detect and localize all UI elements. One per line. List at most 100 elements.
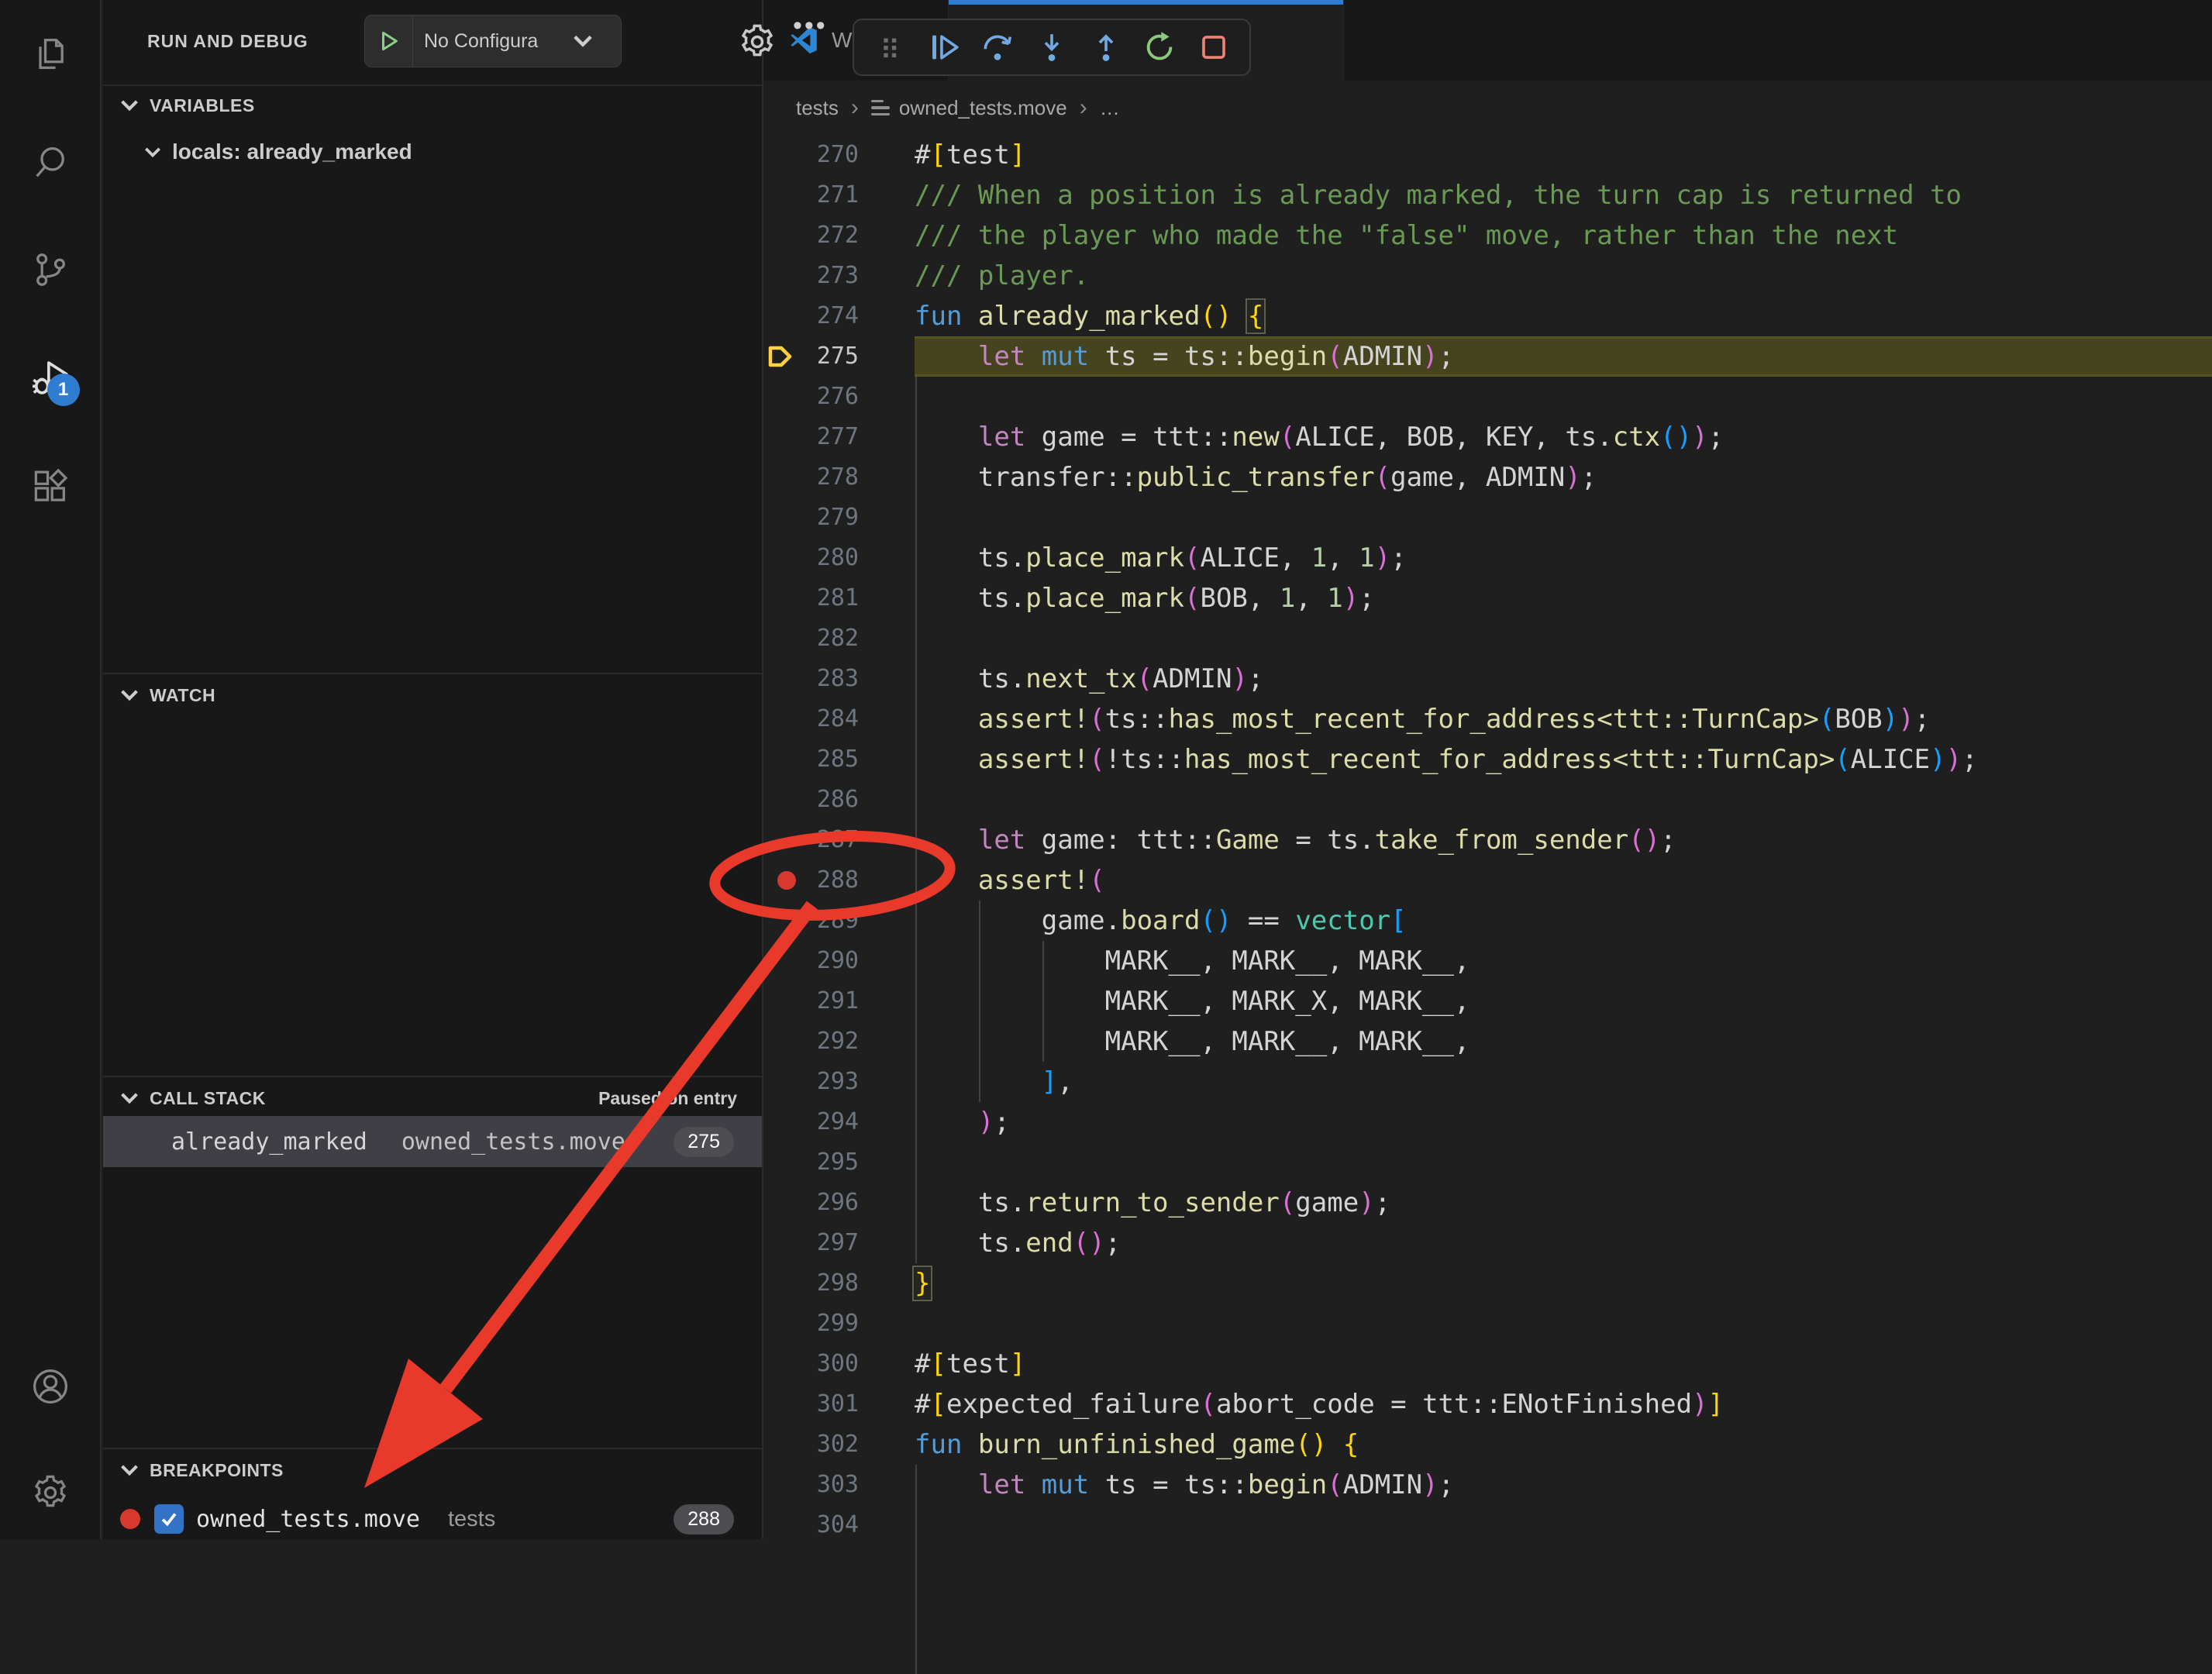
code-line-291[interactable]: 291 MARK__, MARK_X, MARK__,: [763, 981, 2212, 1021]
code-line-302[interactable]: 302fun burn_unfinished_game() {: [763, 1424, 2212, 1465]
gutter-line-290[interactable]: 290: [763, 941, 915, 981]
call-stack-frame[interactable]: already_marked owned_tests.move 275: [103, 1116, 762, 1167]
continue-button[interactable]: [925, 29, 963, 66]
code-line-285[interactable]: 285 assert!(!ts::has_most_recent_for_add…: [763, 739, 2212, 780]
code-line-273[interactable]: 273/// player.: [763, 256, 2212, 296]
breadcrumb-root[interactable]: tests: [796, 96, 839, 120]
gutter-line-277[interactable]: 277: [763, 417, 915, 457]
gutter-line-285[interactable]: 285: [763, 739, 915, 780]
breakpoint-checkbox[interactable]: [154, 1504, 184, 1534]
gutter-line-283[interactable]: 283: [763, 659, 915, 699]
gutter-line-284[interactable]: 284: [763, 699, 915, 739]
gutter-line-297[interactable]: 297: [763, 1223, 915, 1263]
step-into-button[interactable]: [1033, 29, 1070, 66]
breadcrumb-more[interactable]: …: [1100, 96, 1120, 120]
start-debug-icon[interactable]: [365, 16, 413, 67]
section-variables[interactable]: VARIABLES: [103, 86, 762, 125]
code-line-286[interactable]: 286: [763, 780, 2212, 820]
code-line-298[interactable]: 298}: [763, 1263, 2212, 1304]
gutter-line-273[interactable]: 273: [763, 256, 915, 296]
gutter-line-279[interactable]: 279: [763, 498, 915, 538]
step-out-button[interactable]: [1087, 29, 1125, 66]
gutter-line-293[interactable]: 293: [763, 1062, 915, 1102]
section-watch[interactable]: WATCH: [103, 676, 762, 715]
code-line-271[interactable]: 271/// When a position is already marked…: [763, 175, 2212, 215]
code-line-299[interactable]: 299: [763, 1304, 2212, 1344]
gutter-line-300[interactable]: 300: [763, 1344, 915, 1384]
code-line-281[interactable]: 281 ts.place_mark(BOB, 1, 1);: [763, 578, 2212, 618]
step-over-button[interactable]: [979, 29, 1016, 66]
gutter-line-286[interactable]: 286: [763, 780, 915, 820]
breakpoint-list-item[interactable]: owned_tests.move tests 288: [103, 1497, 762, 1541]
code-line-276[interactable]: 276: [763, 377, 2212, 417]
gutter-line-282[interactable]: 282: [763, 618, 915, 659]
code-line-304[interactable]: 304: [763, 1505, 2212, 1545]
gutter-line-287[interactable]: 287: [763, 820, 915, 860]
gutter-line-272[interactable]: 272: [763, 215, 915, 256]
code-line-272[interactable]: 272/// the player who made the "false" m…: [763, 215, 2212, 256]
code-line-301[interactable]: 301#[expected_failure(abort_code = ttt::…: [763, 1384, 2212, 1424]
code-line-303[interactable]: 303 let mut ts = ts::begin(ADMIN);: [763, 1465, 2212, 1505]
gutter-line-281[interactable]: 281: [763, 578, 915, 618]
gutter-line-274[interactable]: 274: [763, 296, 915, 336]
gutter-line-302[interactable]: 302: [763, 1424, 915, 1465]
gutter-line-276[interactable]: 276: [763, 377, 915, 417]
breadcrumb-file[interactable]: owned_tests.move: [899, 96, 1067, 120]
gutter-line-278[interactable]: 278: [763, 457, 915, 498]
settings-gear-icon[interactable]: [30, 1472, 71, 1513]
gutter-line-270[interactable]: 270: [763, 135, 915, 175]
code-line-297[interactable]: 297 ts.end();: [763, 1223, 2212, 1263]
gutter-line-296[interactable]: 296: [763, 1183, 915, 1223]
code-line-292[interactable]: 292 MARK__, MARK__, MARK__,: [763, 1021, 2212, 1062]
restart-button[interactable]: [1141, 29, 1178, 66]
gutter-line-301[interactable]: 301: [763, 1384, 915, 1424]
code-line-294[interactable]: 294 );: [763, 1102, 2212, 1142]
gutter-line-294[interactable]: 294: [763, 1102, 915, 1142]
debug-gear-icon[interactable]: [737, 22, 777, 62]
code-line-295[interactable]: 295: [763, 1142, 2212, 1183]
code-line-278[interactable]: 278 transfer::public_transfer(game, ADMI…: [763, 457, 2212, 498]
code-line-290[interactable]: 290 MARK__, MARK__, MARK__,: [763, 941, 2212, 981]
code-line-274[interactable]: 274fun already_marked() {: [763, 296, 2212, 336]
code-line-275[interactable]: 275 let mut ts = ts::begin(ADMIN);: [763, 336, 2212, 377]
code-line-283[interactable]: 283 ts.next_tx(ADMIN);: [763, 659, 2212, 699]
gutter-line-295[interactable]: 295: [763, 1142, 915, 1183]
search-icon[interactable]: [30, 143, 71, 183]
source-control-icon[interactable]: [30, 250, 71, 290]
gutter-line-292[interactable]: 292: [763, 1021, 915, 1062]
code-line-287[interactable]: 287 let game: ttt::Game = ts.take_from_s…: [763, 820, 2212, 860]
gutter-line-289[interactable]: 289: [763, 901, 915, 941]
code-line-288[interactable]: 288 assert!(: [763, 860, 2212, 901]
gutter-line-288[interactable]: 288: [763, 860, 915, 901]
gutter-line-271[interactable]: 271: [763, 175, 915, 215]
code-line-277[interactable]: 277 let game = ttt::new(ALICE, BOB, KEY,…: [763, 417, 2212, 457]
gutter-line-280[interactable]: 280: [763, 538, 915, 578]
code-line-282[interactable]: 282: [763, 618, 2212, 659]
code-line-300[interactable]: 300#[test]: [763, 1344, 2212, 1384]
gutter-line-303[interactable]: 303: [763, 1465, 915, 1505]
gutter-line-275[interactable]: 275: [763, 336, 915, 377]
gutter-line-291[interactable]: 291: [763, 981, 915, 1021]
code-line-289[interactable]: 289 game.board() == vector[: [763, 901, 2212, 941]
stop-button[interactable]: [1195, 29, 1232, 66]
breakpoint-glyph[interactable]: [777, 871, 796, 890]
code-line-284[interactable]: 284 assert!(ts::has_most_recent_for_addr…: [763, 699, 2212, 739]
code-line-270[interactable]: 270#[test]: [763, 135, 2212, 175]
explorer-icon[interactable]: [30, 34, 71, 74]
code-line-296[interactable]: 296 ts.return_to_sender(game);: [763, 1183, 2212, 1223]
account-icon[interactable]: [30, 1366, 71, 1407]
more-actions-icon[interactable]: •••: [793, 11, 828, 41]
run-config-dropdown[interactable]: No Configura: [364, 15, 622, 67]
gutter-line-298[interactable]: 298: [763, 1263, 915, 1304]
locals-tree-item[interactable]: locals: already_marked: [103, 130, 762, 174]
code-editor[interactable]: 270#[test]271/// When a position is alre…: [763, 135, 2212, 1545]
gutter-line-299[interactable]: 299: [763, 1304, 915, 1344]
toolbar-drag-handle[interactable]: [871, 29, 908, 66]
extensions-icon[interactable]: [30, 467, 71, 507]
code-line-293[interactable]: 293 ],: [763, 1062, 2212, 1102]
code-line-279[interactable]: 279: [763, 498, 2212, 538]
gutter-line-304[interactable]: 304: [763, 1505, 915, 1545]
code-line-280[interactable]: 280 ts.place_mark(ALICE, 1, 1);: [763, 538, 2212, 578]
section-breakpoints[interactable]: BREAKPOINTS: [103, 1451, 762, 1490]
run-debug-icon[interactable]: 1: [30, 358, 71, 398]
